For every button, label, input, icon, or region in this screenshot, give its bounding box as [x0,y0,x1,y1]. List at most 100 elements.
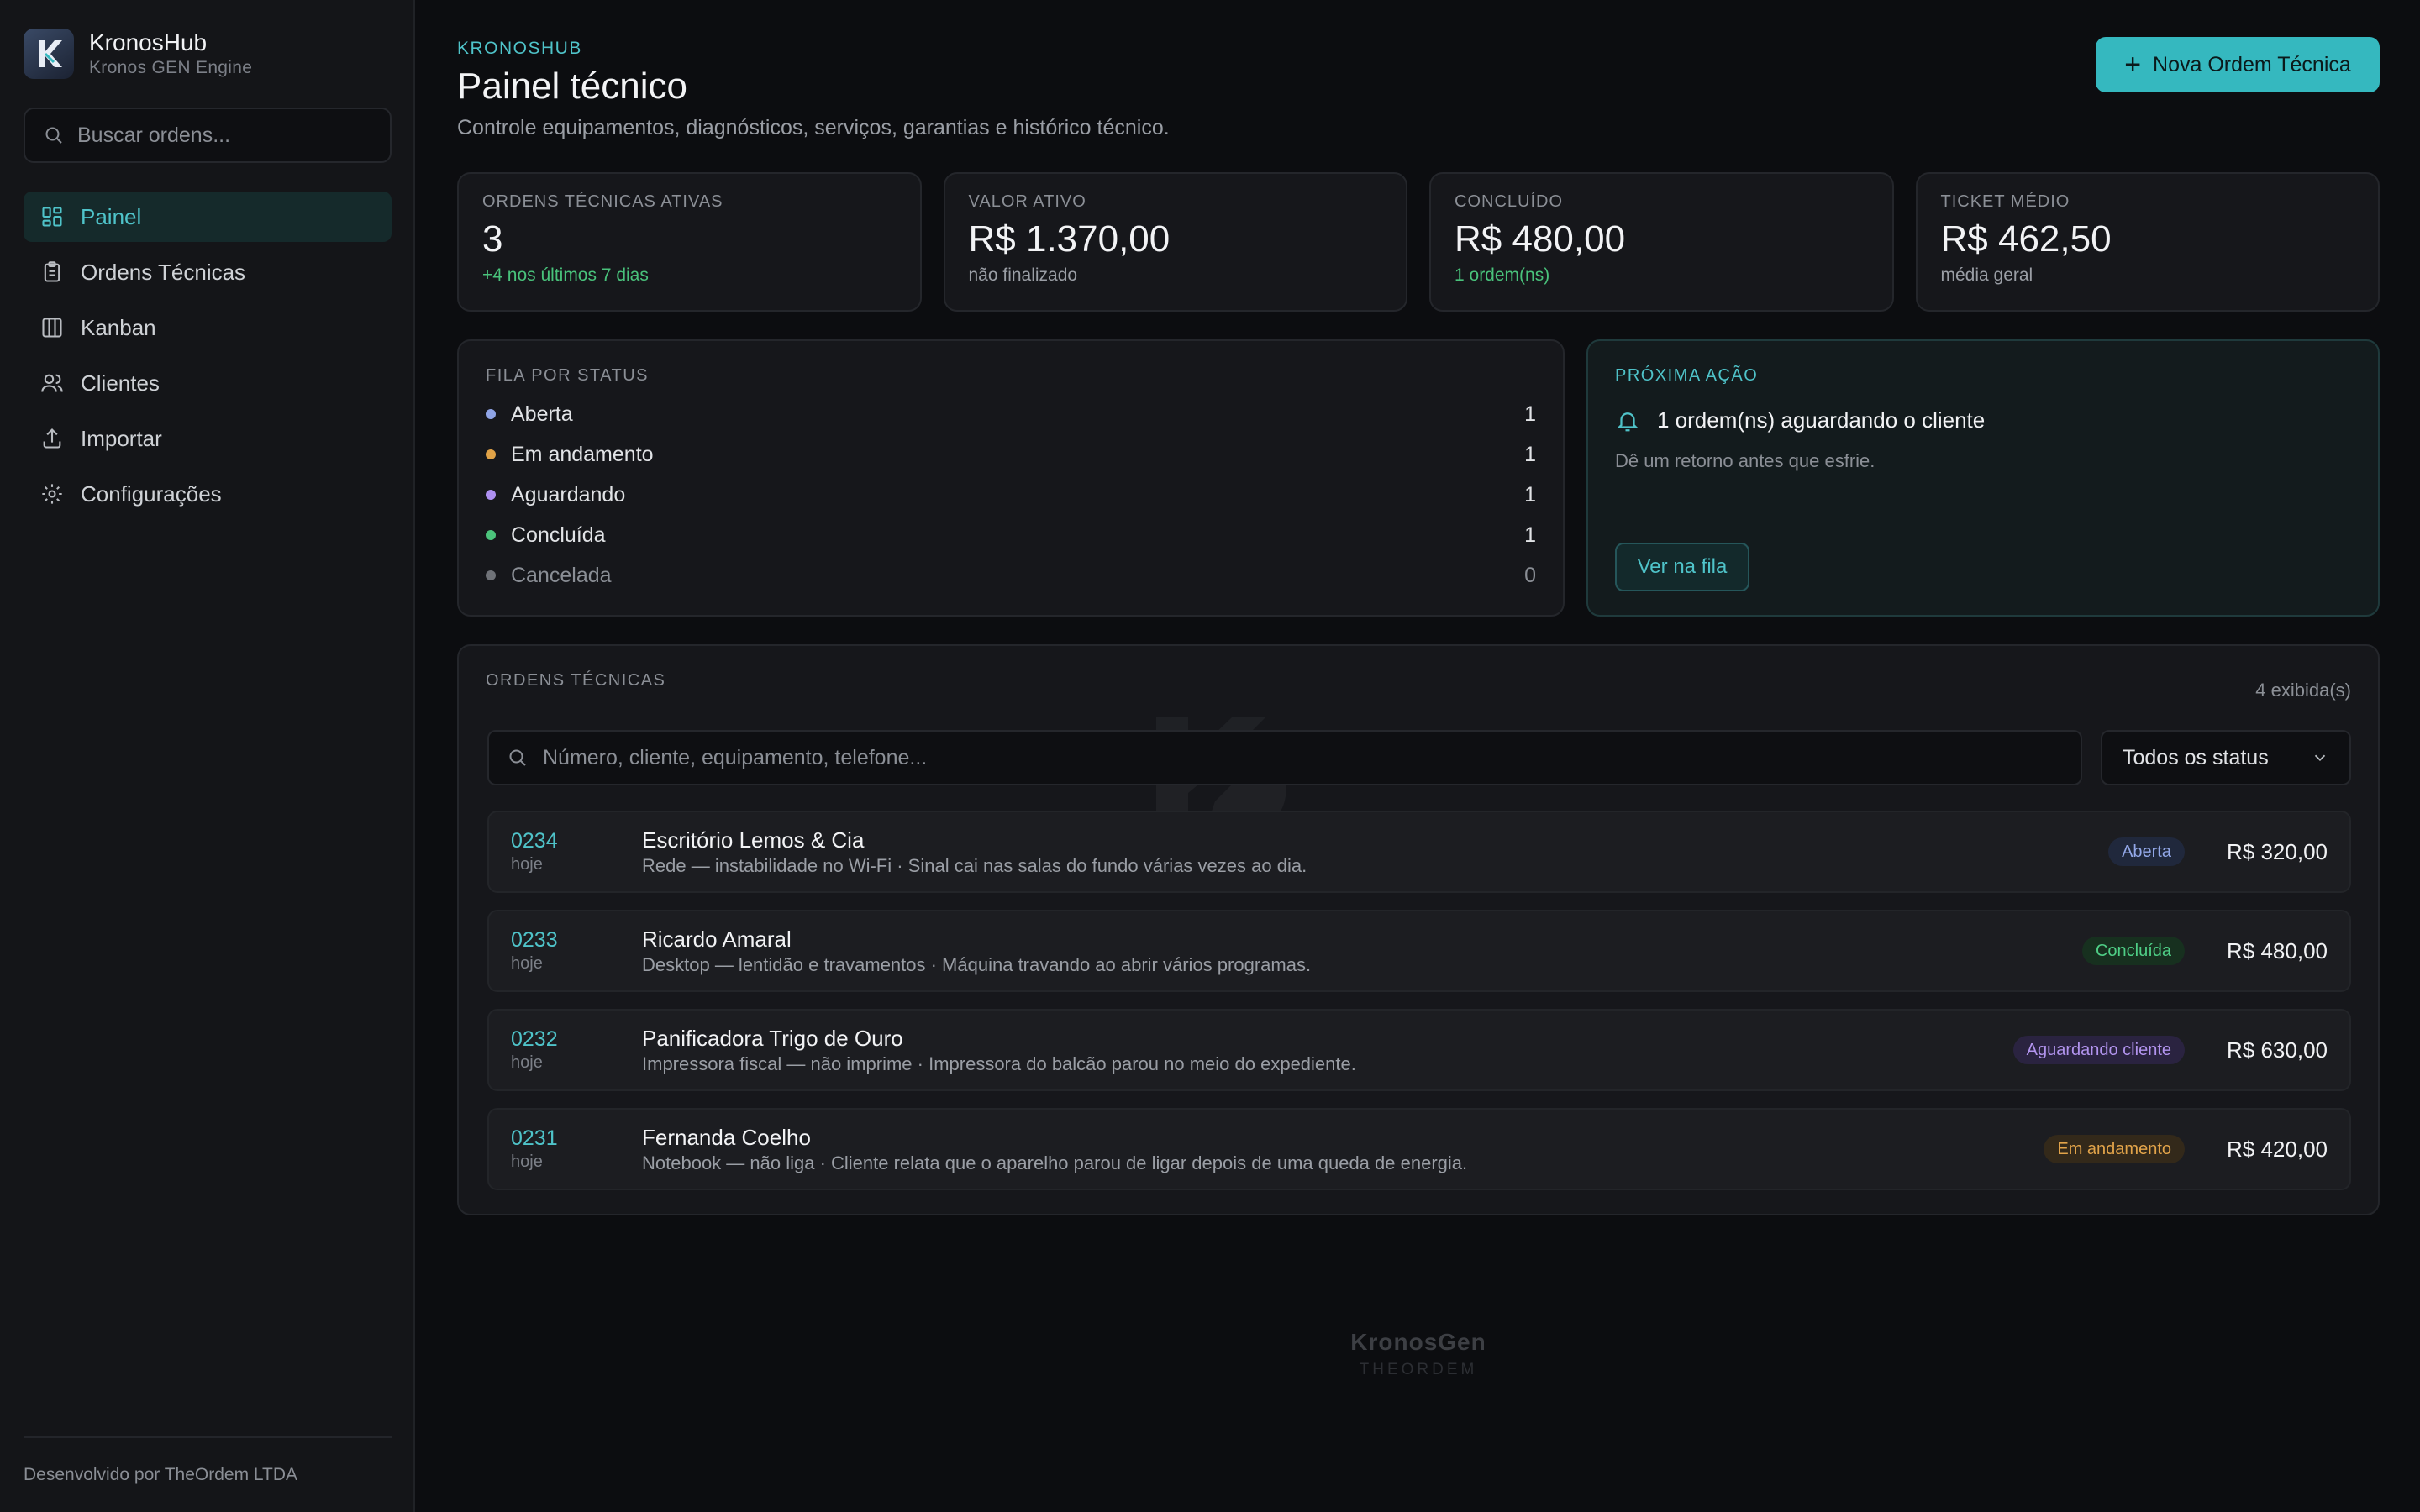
orders-search-input[interactable] [543,745,1971,770]
orders-panel: ORDENS TÉCNICAS 4 exibida(s) Todos os st… [457,644,2380,1215]
sidebar-item-painel[interactable]: Painel [24,192,392,242]
chevron-down-icon [2311,748,2329,767]
stat-label: ORDENS TÉCNICAS ATIVAS [482,192,723,211]
upload-icon [40,427,64,450]
queue-status-name: Em andamento [511,442,654,466]
stat-note: 1 ordem(ns) [1455,265,1550,285]
status-badge: Concluída [2081,937,2185,965]
orders-list: 0234 hoje Escritório Lemos & Cia Rede — … [487,811,2351,1207]
order-client: Fernanda Coelho [642,1124,811,1150]
clipboard-icon [40,260,64,284]
sidebar-item-configuracoes[interactable]: Configurações [24,469,392,519]
order-client: Panificadora Trigo de Ouro [642,1025,903,1051]
status-filter-value: Todos os status [2123,745,2269,769]
order-date: hoje [511,1053,543,1072]
order-description: Notebook — não liga · Cliente relata que… [642,1152,1468,1173]
order-date: hoje [511,954,543,973]
order-number[interactable]: 0232 [511,1027,642,1052]
order-row[interactable]: 0231 hoje Fernanda Coelho Notebook — não… [487,1108,2351,1190]
order-row[interactable]: 0233 hoje Ricardo Amaral Desktop — lenti… [487,910,2351,992]
panel-label: ORDENS TÉCNICAS [486,671,666,690]
stat-note: não finalizado [968,265,1078,285]
order-description: Desktop — lentidão e travamentos · Máqui… [642,953,1312,975]
next-action-title: 1 ordem(ns) aguardando o cliente [1657,407,1986,433]
status-filter-select[interactable]: Todos os status [2101,730,2351,785]
stat-card-average-ticket: TICKET MÉDIO R$ 462,50 média geral [1915,172,2380,312]
order-number[interactable]: 0234 [511,829,642,853]
sidebar-item-label: Ordens Técnicas [81,259,246,285]
footer-mark-name: KronosGen [1350,1329,1486,1355]
order-number[interactable]: 0233 [511,928,642,953]
sidebar-item-kanban[interactable]: Kanban [24,302,392,353]
sidebar-item-clientes[interactable]: Clientes [24,358,392,408]
sidebar-item-ordens-tecnicas[interactable]: Ordens Técnicas [24,247,392,297]
status-dot [486,409,496,419]
page-eyebrow: KRONOSHUB [457,39,582,58]
panel-label: PRÓXIMA AÇÃO [1615,366,1759,385]
stat-card-active-orders: ORDENS TÉCNICAS ATIVAS 3 +4 nos últimos … [457,172,922,312]
gear-icon [40,482,64,506]
users-icon [40,371,64,395]
queue-status-count: 1 [1524,442,1536,466]
brand[interactable]: KronosHub Kronos GEN Engine [24,29,252,79]
status-dot [486,490,496,500]
order-price: R$ 320,00 [2227,838,2328,864]
orders-search[interactable] [487,730,2082,785]
next-action-description: Dê um retorno antes que esfrie. [1615,450,1876,471]
order-price: R$ 420,00 [2227,1136,2328,1162]
status-queue-panel: FILA POR STATUS Aberta 1 Em andamento 1 … [457,339,1565,617]
sidebar-search[interactable] [24,108,392,163]
stat-label: CONCLUÍDO [1455,192,1564,211]
queue-status-name: Cancelada [511,563,612,587]
queue-row-aguardando[interactable]: Aguardando 1 [486,475,1536,515]
status-dot [486,530,496,540]
order-row[interactable]: 0232 hoje Panificadora Trigo de Ouro Imp… [487,1009,2351,1091]
status-badge: Aguardando cliente [2012,1036,2185,1064]
columns-icon [40,316,64,339]
stat-card-completed: CONCLUÍDO R$ 480,00 1 ordem(ns) [1429,172,1894,312]
panel-label: FILA POR STATUS [486,366,650,385]
stat-note: média geral [1940,265,2033,285]
queue-status-name: Aguardando [511,482,626,507]
queue-row-concluida[interactable]: Concluída 1 [486,515,1536,555]
stat-value: R$ 1.370,00 [968,218,1171,260]
sidebar-item-importar[interactable]: Importar [24,413,392,464]
sidebar-item-label: Clientes [81,370,160,396]
footer-watermark: KronosGen THEORDEM [457,1329,2380,1379]
new-order-button[interactable]: + Nova Ordem Técnica [2096,37,2380,92]
queue-status-name: Concluída [511,522,606,547]
order-row[interactable]: 0234 hoje Escritório Lemos & Cia Rede — … [487,811,2351,893]
order-number[interactable]: 0231 [511,1126,642,1151]
status-badge: Aberta [2108,837,2185,866]
brand-name: KronosHub [89,29,208,55]
footer-mark-sub: THEORDEM [1359,1361,1478,1378]
order-client: Ricardo Amaral [642,926,792,952]
sidebar-item-label: Configurações [81,480,222,507]
kronos-logo-icon [24,29,74,79]
queue-row-em-andamento[interactable]: Em andamento 1 [486,434,1536,475]
stat-label: TICKET MÉDIO [1940,192,2070,211]
sidebar-item-label: Kanban [81,314,156,340]
order-client: Escritório Lemos & Cia [642,827,865,853]
sidebar-footer: Desenvolvido por TheOrdem LTDA [24,1436,392,1512]
page-title: Painel técnico [457,66,687,107]
sidebar: KronosHub Kronos GEN Engine Painel Orden… [0,0,415,1512]
view-queue-button[interactable]: Ver na fila [1615,543,1749,591]
bell-icon [1615,408,1640,433]
queue-row-cancelada[interactable]: Cancelada 0 [486,555,1536,596]
sidebar-nav: Painel Ordens Técnicas Kanban Clientes I… [24,192,392,524]
status-dot [486,570,496,580]
queue-status-count: 0 [1524,563,1536,587]
queue-status-count: 1 [1524,522,1536,547]
sidebar-search-input[interactable] [77,123,380,148]
stat-value: R$ 462,50 [1940,218,2112,260]
stat-note: +4 nos últimos 7 dias [482,265,649,285]
stat-label: VALOR ATIVO [968,192,1086,211]
order-date: hoje [511,855,543,874]
page-description: Controle equipamentos, diagnósticos, ser… [457,116,1170,139]
order-description: Rede — instabilidade no Wi-Fi · Sinal ca… [642,854,1307,876]
main-content: KRONOSHUB Painel técnico Controle equipa… [457,0,2380,1512]
stats-row: ORDENS TÉCNICAS ATIVAS 3 +4 nos últimos … [457,172,2380,312]
status-badge: Em andamento [2044,1135,2185,1163]
queue-row-aberta[interactable]: Aberta 1 [486,394,1536,434]
